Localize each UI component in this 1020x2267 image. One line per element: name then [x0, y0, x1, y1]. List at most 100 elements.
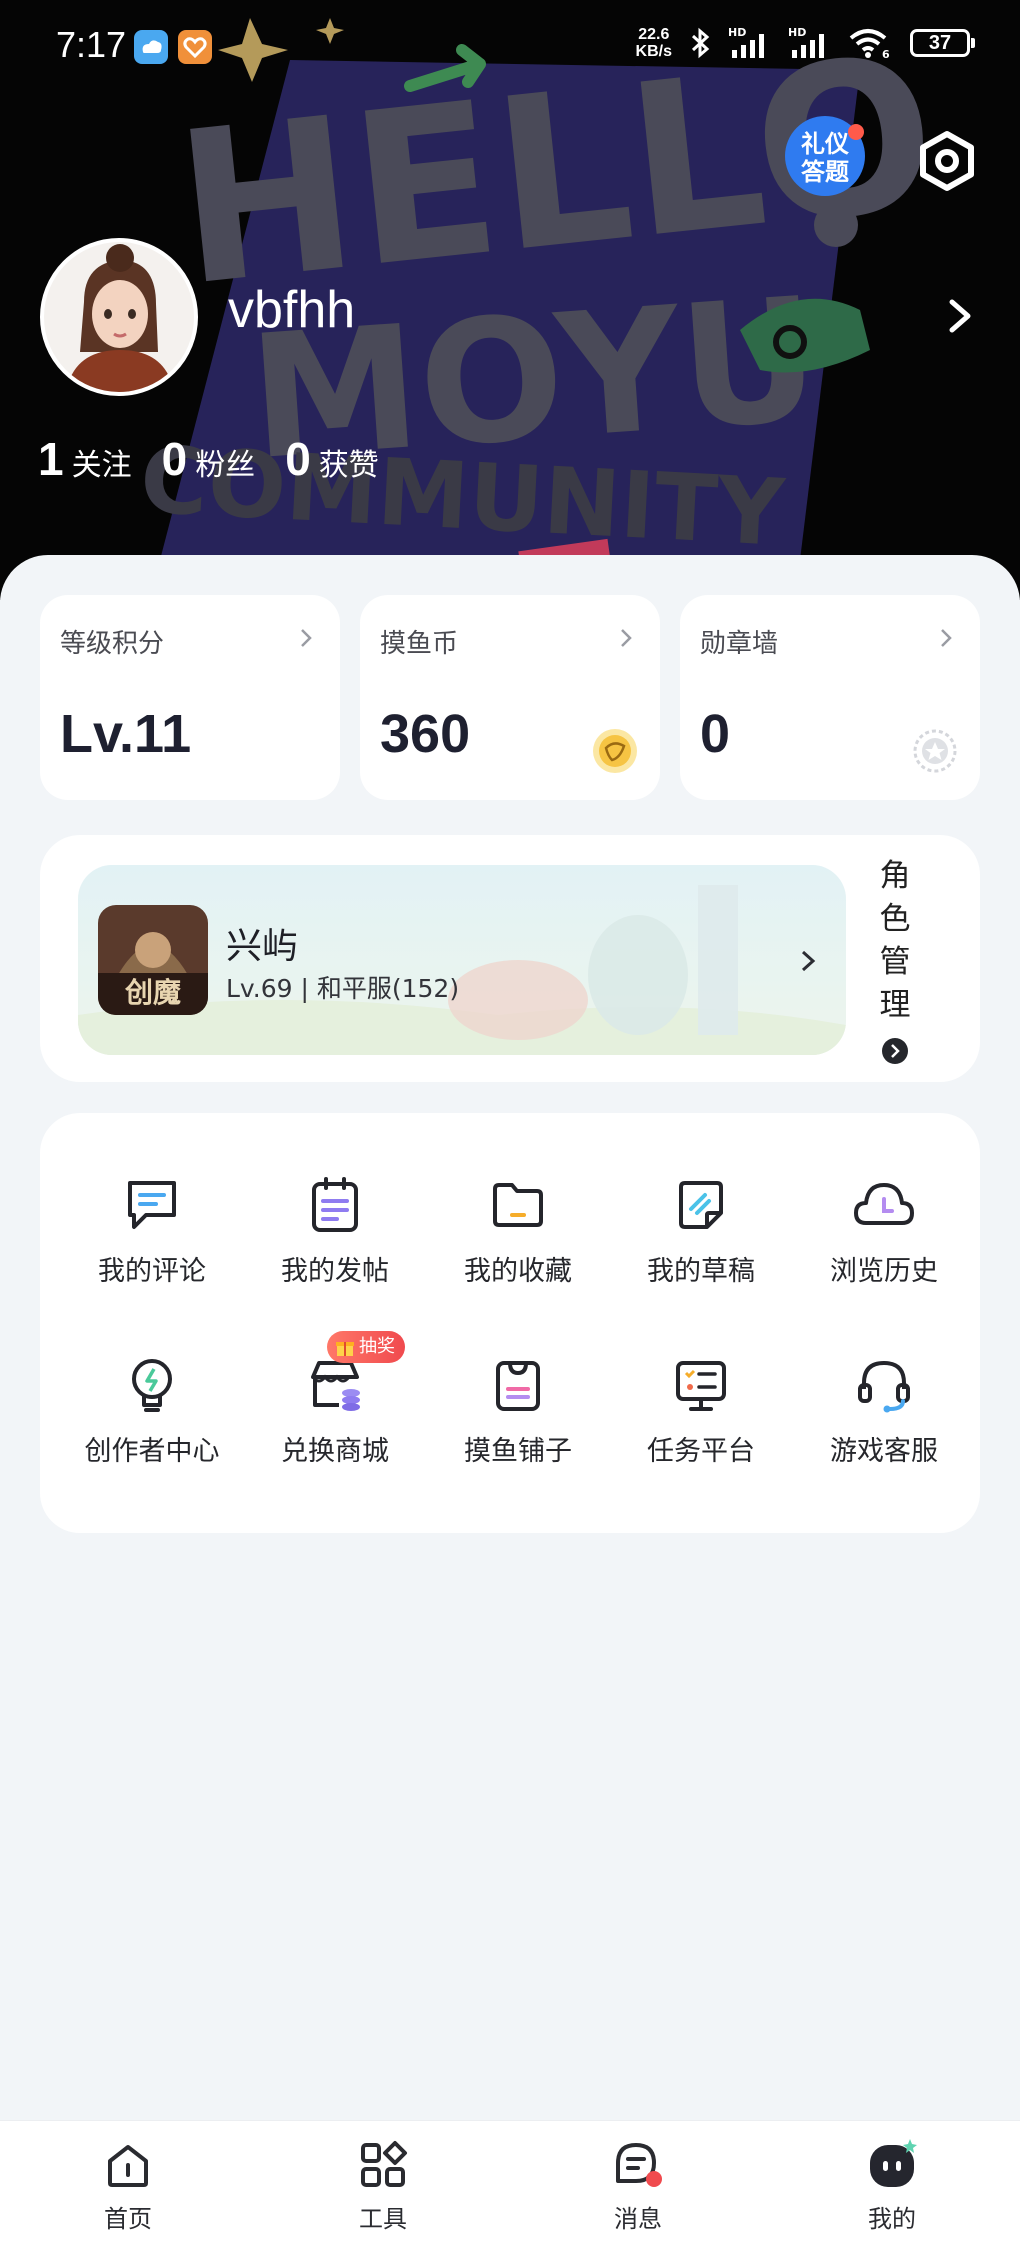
chevron-right-icon	[301, 629, 312, 647]
game-icon-text: 创魔	[124, 976, 181, 1009]
shop-icon	[311, 1361, 360, 1411]
role-name: 兴屿	[226, 926, 299, 967]
following-stat[interactable]: 1 关注	[38, 432, 132, 486]
settings-button[interactable]	[914, 128, 980, 194]
menu-label: 任务平台	[647, 1436, 755, 1467]
following-label: 关注	[71, 448, 132, 483]
task-icon	[676, 1361, 726, 1411]
role-level-server: Lv.69 | 和平服(152)	[226, 974, 460, 1003]
tab-home[interactable]: 首页	[48, 2139, 208, 2234]
menu-my-drafts[interactable]: 我的草稿	[609, 1175, 793, 1305]
lottery-badge-label: 抽奖	[359, 1336, 395, 1357]
status-time: 7:17	[56, 24, 127, 65]
social-stats: 1 关注 0 粉丝 0 获赞	[38, 432, 379, 486]
tools-icon	[361, 2141, 407, 2187]
svg-text:6: 6	[882, 48, 890, 60]
menu-my-favorites[interactable]: 我的收藏	[426, 1175, 610, 1305]
feature-menu: 我的评论 我的发帖 我的收藏 我的草稿 浏览历史 创作者中心 抽奖 兑换商城 摸…	[40, 1113, 980, 1533]
comment-icon	[128, 1181, 176, 1229]
bluetooth-icon	[691, 27, 710, 59]
tab-label: 工具	[359, 2205, 407, 2233]
medal-icon	[913, 729, 957, 773]
svg-text:HD: HD	[788, 26, 806, 39]
message-icon	[616, 2143, 662, 2187]
role-card: 创魔 兴屿 Lv.69 | 和平服(152) 角色管理	[40, 835, 980, 1082]
main-panel: 等级积分 Lv.11 摸鱼币 360 勋章墙 0 创魔 兴屿 Lv.69 | 和…	[0, 555, 1020, 2115]
tab-tools[interactable]: 工具	[303, 2139, 463, 2234]
gift-icon	[336, 1342, 354, 1356]
coin-icon	[593, 729, 637, 773]
menu-my-comments[interactable]: 我的评论	[60, 1175, 244, 1305]
battery-icon: 37	[910, 29, 975, 57]
menu-creator-center[interactable]: 创作者中心	[60, 1355, 244, 1485]
bag-icon	[496, 1361, 540, 1411]
menu-game-support[interactable]: 游戏客服	[792, 1355, 976, 1485]
net-speed-unit: KB/s	[635, 43, 672, 60]
role-manage-label: 角色管理	[879, 858, 911, 1023]
menu-label: 摸鱼铺子	[464, 1436, 572, 1467]
bottom-tab-bar: 首页 工具 消息 我的	[0, 2120, 1020, 2267]
chevron-right-icon	[801, 950, 816, 972]
status-bar: 7:17 22.6 KB/s HD HD 6 37	[0, 0, 1020, 95]
menu-label: 浏览历史	[830, 1256, 938, 1287]
medal-wall-card[interactable]: 勋章墙 0	[680, 595, 980, 800]
menu-label: 创作者中心	[84, 1436, 220, 1467]
tab-label: 我的	[868, 2205, 916, 2233]
profile-icon	[870, 2139, 917, 2187]
avatar[interactable]	[40, 238, 198, 396]
stat-value: Lv.11	[60, 704, 192, 764]
stat-title: 勋章墙	[700, 629, 779, 659]
folder-icon	[493, 1183, 543, 1227]
username[interactable]: vbfhh	[228, 280, 355, 340]
signal-hd-icon: HD	[728, 26, 764, 58]
likes-stat[interactable]: 0 获赞	[285, 432, 379, 486]
tab-label: 首页	[104, 2205, 152, 2233]
heart-app-icon	[178, 30, 212, 64]
stat-title: 等级积分	[60, 629, 165, 659]
stat-value: 0	[700, 704, 731, 764]
unread-dot	[646, 2171, 662, 2187]
profile-header: HELLO MOYU COMMUNITY 7:17 22.6 KB/s HD H…	[0, 0, 1020, 600]
bulb-icon	[132, 1359, 172, 1412]
history-icon	[854, 1183, 914, 1225]
lottery-badge: 抽奖	[327, 1331, 405, 1363]
following-count: 1	[38, 433, 64, 485]
menu-my-posts[interactable]: 我的发帖	[243, 1175, 427, 1305]
followers-label: 粉丝	[195, 448, 256, 483]
settings-icon	[920, 131, 974, 191]
game-icon: 创魔	[98, 905, 208, 1015]
followers-stat[interactable]: 0 粉丝	[162, 432, 256, 486]
menu-label: 游戏客服	[830, 1436, 938, 1467]
tab-label: 消息	[614, 2205, 662, 2233]
menu-browse-history[interactable]: 浏览历史	[792, 1175, 976, 1305]
tab-profile[interactable]: 我的	[812, 2139, 972, 2234]
menu-label: 我的收藏	[464, 1256, 572, 1287]
chevron-right-icon	[941, 629, 952, 647]
menu-task-platform[interactable]: 任务平台	[609, 1355, 793, 1485]
followers-count: 0	[161, 433, 188, 485]
signal-hd-icon: HD	[788, 26, 824, 58]
quiz-badge-line2: 答题	[801, 158, 849, 186]
role-manage-button[interactable]: 角色管理	[870, 855, 920, 1065]
menu-label: 我的发帖	[281, 1256, 389, 1287]
role-banner[interactable]: 创魔 兴屿 Lv.69 | 和平服(152)	[78, 865, 846, 1055]
chevron-right-icon[interactable]	[942, 296, 976, 336]
home-icon	[108, 2145, 148, 2187]
menu-exchange-mall[interactable]: 抽奖 兑换商城	[243, 1331, 427, 1485]
post-icon	[312, 1177, 358, 1232]
menu-label: 我的评论	[98, 1256, 206, 1287]
likes-label: 获赞	[318, 448, 379, 483]
tab-messages[interactable]: 消息	[558, 2139, 718, 2234]
likes-count: 0	[285, 433, 311, 485]
level-points-card[interactable]: 等级积分 Lv.11	[40, 595, 340, 800]
svg-text:HD: HD	[728, 26, 746, 39]
etiquette-quiz-badge[interactable]: 礼仪 答题	[780, 110, 870, 200]
chevron-right-icon	[621, 629, 632, 647]
quiz-badge-line1: 礼仪	[801, 130, 850, 158]
menu-moyu-shop[interactable]: 摸鱼铺子	[426, 1355, 610, 1485]
status-right: 22.6 KB/s HD HD 6 37	[635, 26, 975, 60]
stat-value: 360	[380, 704, 471, 764]
moyu-coin-card[interactable]: 摸鱼币 360	[360, 595, 660, 800]
wifi-6-icon: 6	[849, 29, 890, 60]
stat-title: 摸鱼币	[380, 629, 459, 659]
